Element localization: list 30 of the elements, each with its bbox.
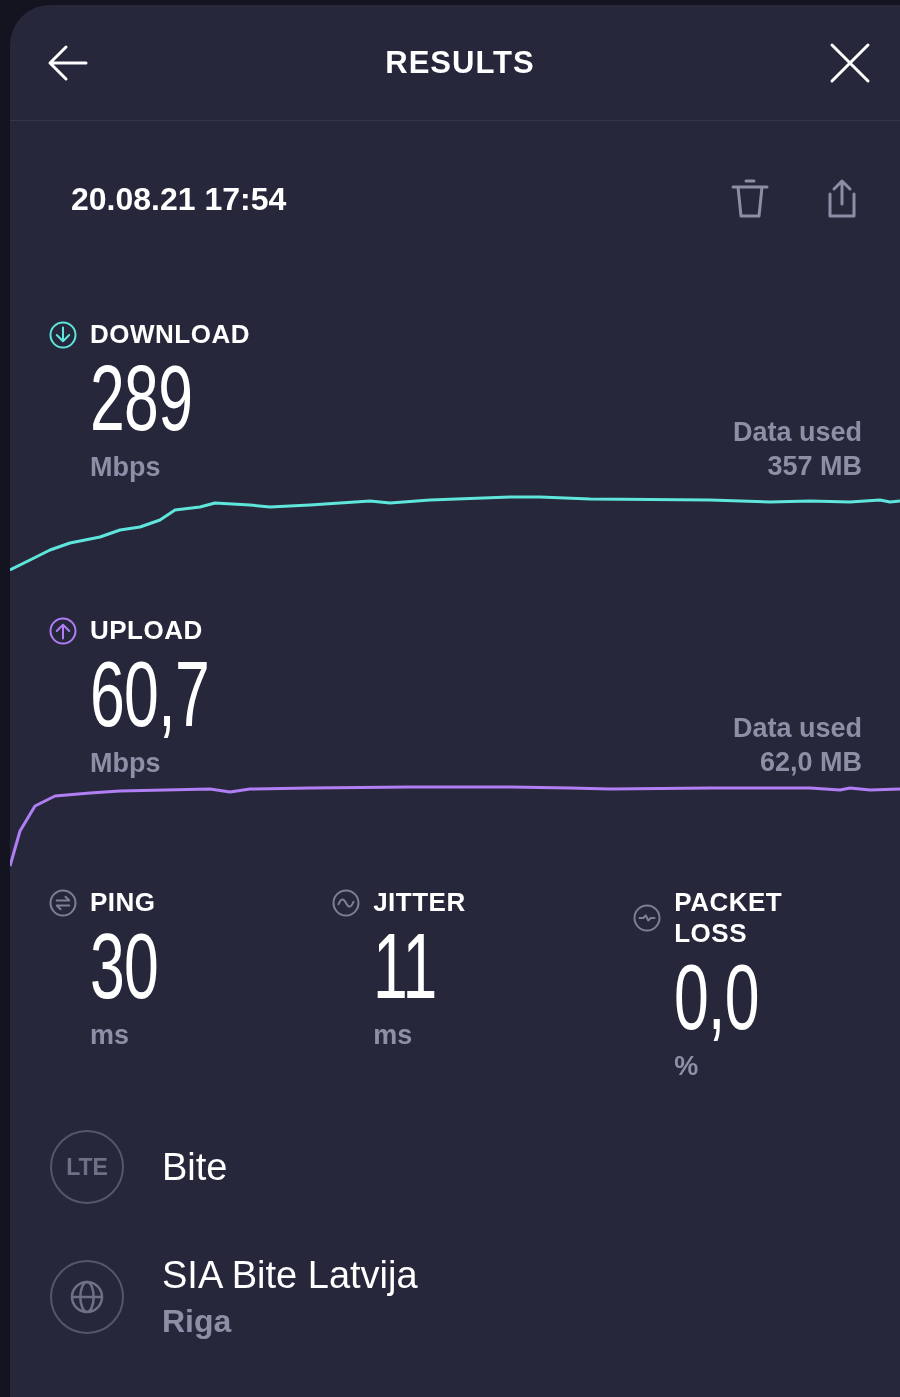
metric-value: 0,0	[674, 949, 761, 1045]
screen-title: RESULTS	[385, 44, 535, 81]
globe-icon	[50, 1260, 124, 1334]
data-used-label: Data used	[732, 416, 862, 449]
network-type-badge: LTE	[50, 1130, 124, 1204]
data-used-value: 62,0 MB	[759, 746, 862, 779]
speed-unit: Mbps	[90, 452, 162, 483]
result-timestamp: 20.08.21 17:54	[71, 180, 287, 218]
arrows-icon	[48, 887, 78, 918]
metric-label: PING	[90, 887, 156, 918]
metric-label: JITTER	[373, 887, 466, 918]
delete-button[interactable]	[730, 178, 770, 220]
metric-label: DOWNLOAD	[90, 319, 250, 350]
data-used-label: Data used	[732, 712, 862, 745]
server-location: Riga	[162, 1303, 233, 1340]
data-used-value: 357 MB	[767, 450, 862, 483]
carrier-name: Bite	[162, 1145, 228, 1189]
wave-icon	[331, 887, 362, 918]
metric-value: 11	[373, 918, 438, 1014]
metric-label: PACKET LOSS	[674, 887, 784, 949]
provider-name: SIA Bite Latvija	[162, 1254, 418, 1297]
speed-value: 60,7	[90, 646, 210, 742]
speed-value: 289	[90, 350, 194, 446]
metric-value: 30	[90, 918, 160, 1014]
metric-unit: ms	[90, 1020, 131, 1051]
pulse-icon	[632, 903, 663, 933]
metric-unit: %	[674, 1051, 700, 1082]
metric-unit: ms	[373, 1020, 414, 1051]
metric-label: UPLOAD	[90, 615, 203, 646]
speed-unit: Mbps	[90, 748, 162, 779]
